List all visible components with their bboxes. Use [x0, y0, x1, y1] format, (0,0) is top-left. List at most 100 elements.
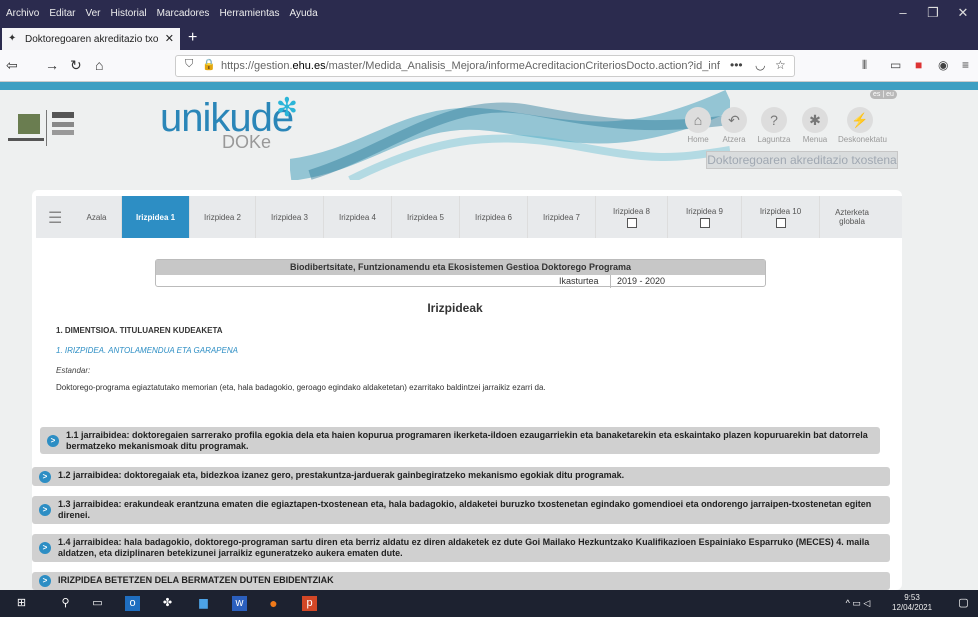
language-selector[interactable]: es | eu	[870, 90, 897, 99]
tab-irizpidea-8[interactable]: Irizpidea 8	[596, 196, 668, 238]
program-box: Biodibertsitate, Funtzionamendu eta Ekos…	[155, 259, 766, 288]
expand-arrow-icon[interactable]: >	[39, 470, 51, 483]
reload-icon[interactable]: ↻	[70, 57, 82, 74]
menu-historial[interactable]: Historial	[111, 8, 147, 19]
menu-ver[interactable]: Ver	[85, 8, 100, 19]
home-icon: ⌂	[685, 107, 711, 133]
home-nav-icon[interactable]: ⌂	[95, 57, 103, 73]
tab-azterketa-globala[interactable]: Azterketa globala	[820, 196, 884, 238]
os-taskbar: ⊞ ⚲ ▭ o ✤ ▆ w ● p ^ ▭ ◁ 9:53 12/04/2021 ▢	[0, 590, 978, 617]
tab-label: Irizpidea 8	[613, 206, 650, 216]
header-wave-graphic	[290, 90, 730, 180]
menu-label: Menua	[802, 135, 828, 144]
menu-herramientas[interactable]: Herramientas	[219, 8, 279, 19]
bookmark-star-icon[interactable]: ☆	[775, 58, 786, 72]
program-title: Biodibertsitate, Funtzionamendu eta Ekos…	[156, 260, 765, 275]
close-tab-icon[interactable]: ✕	[165, 32, 174, 45]
tab-checkbox[interactable]	[626, 217, 637, 228]
hamburger-menu-icon[interactable]: ≡	[962, 58, 969, 72]
expand-arrow-icon[interactable]: >	[47, 434, 59, 447]
tab-checkbox[interactable]	[699, 217, 710, 228]
right-background	[910, 90, 978, 590]
lock-icon: 🔒	[202, 59, 216, 71]
disconnect-button[interactable]: ⚡ Deskonektatu	[838, 107, 887, 144]
expand-arrow-icon[interactable]: >	[39, 542, 51, 554]
page-actions-icon[interactable]: •••	[730, 58, 743, 72]
word-icon[interactable]: w	[232, 596, 247, 611]
tab-bar: ✦ Doktoregoaren akreditazio txo ✕ +	[0, 26, 978, 50]
account-icon[interactable]: ◉	[938, 58, 948, 72]
restore-icon[interactable]: ❐	[920, 0, 946, 26]
url-path: /master/Medida_Analisis_Mejora/informeAc…	[325, 60, 720, 72]
tab-irizpidea-1[interactable]: Irizpidea 1	[122, 196, 190, 238]
windows-start-icon[interactable]: ⊞	[14, 596, 29, 611]
guideline-1-1[interactable]: > 1.1 jarraibidea: doktoregaien sarrerak…	[40, 427, 880, 454]
tab-irizpidea-5[interactable]: Irizpidea 5	[392, 196, 460, 238]
criterion-title: 1. IRIZPIDEA. ANTOLAMENDUA ETA GARAPENA	[56, 346, 238, 355]
back-arrow-icon[interactable]: ⇦	[6, 57, 18, 74]
menu-editar[interactable]: Editar	[49, 8, 75, 19]
menu-archivo[interactable]: Archivo	[6, 8, 39, 19]
tab-azala[interactable]: Azala	[72, 196, 122, 238]
guideline-1-4[interactable]: > 1.4 jarraibidea: hala badagokio, dokto…	[32, 534, 890, 562]
library-icon[interactable]: ⫴	[862, 58, 867, 73]
university-logo	[8, 108, 158, 158]
search-icon[interactable]: ⚲	[58, 596, 73, 611]
url-bar[interactable]: https://gestion.ehu.es/master/Medida_Ana…	[175, 55, 795, 77]
tab-irizpidea-6[interactable]: Irizpidea 6	[460, 196, 528, 238]
site-header: unikude ✻ DOKe ⌂ Home ↶ Atzera ? Laguntza ✱…	[0, 90, 910, 180]
powerpoint-icon[interactable]: p	[302, 596, 317, 611]
guideline-text: 1.3 jarraibidea: erakundeak erantzuna em…	[58, 499, 872, 520]
guideline-text: 1.1 jarraibidea: doktoregaien sarrerako …	[66, 430, 868, 451]
extension-icon[interactable]: ■	[915, 58, 922, 72]
expand-arrow-icon[interactable]: >	[39, 504, 51, 516]
tabs-menu-icon[interactable]: ☰	[48, 208, 62, 228]
sidebar-icon[interactable]: ▭	[890, 58, 901, 72]
firefox-icon[interactable]: ●	[266, 596, 281, 611]
tab-irizpidea-3[interactable]: Irizpidea 3	[256, 196, 324, 238]
guideline-1-3[interactable]: > 1.3 jarraibidea: erakundeak erantzuna …	[32, 496, 890, 524]
outlook-icon[interactable]: o	[125, 596, 140, 611]
tab-irizpidea-4[interactable]: Irizpidea 4	[324, 196, 392, 238]
system-tray-icon[interactable]: ^ ▭ ◁	[838, 596, 878, 611]
tab-irizpidea-9[interactable]: Irizpidea 9	[668, 196, 742, 238]
tab-label: Irizpidea 9	[686, 206, 723, 216]
tab-checkbox[interactable]	[775, 217, 786, 228]
menu-button[interactable]: ✱ Menua	[793, 107, 837, 144]
menu-ayuda[interactable]: Ayuda	[289, 8, 317, 19]
guideline-1-2[interactable]: > 1.2 jarraibidea: doktoregaiak eta, bid…	[32, 467, 890, 486]
close-window-icon[interactable]: ✕	[950, 0, 976, 26]
site-top-strip	[0, 82, 978, 90]
menu-marcadores[interactable]: Marcadores	[157, 8, 210, 19]
new-tab-icon[interactable]: +	[188, 29, 197, 47]
clock-date: 12/04/2021	[892, 603, 933, 612]
standard-label: Estandar:	[56, 366, 91, 375]
minimize-icon[interactable]: –	[890, 0, 916, 26]
program-year-row: Ikasturtea 2019 - 2020	[156, 275, 765, 288]
task-view-icon[interactable]: ▭	[90, 596, 105, 611]
pocket-icon[interactable]: ◡	[755, 58, 765, 72]
year-value: 2019 - 2020	[610, 275, 665, 288]
tab-irizpidea-10[interactable]: Irizpidea 10	[742, 196, 820, 238]
tab-label: Irizpidea 10	[759, 206, 802, 216]
file-explorer-icon[interactable]: ▆	[196, 596, 211, 611]
navigation-bar: ⇦ → ↻ ⌂ https://gestion.ehu.es/master/Me…	[0, 50, 978, 82]
shield-icon[interactable]: ⛉	[185, 58, 193, 71]
forward-arrow-icon[interactable]: →	[45, 57, 59, 73]
people-icon[interactable]: ✤	[160, 596, 175, 611]
help-button[interactable]: ? Laguntza	[752, 107, 796, 144]
notifications-icon[interactable]: ▢	[956, 596, 971, 611]
url-prefix: https://gestion.	[221, 60, 293, 72]
clock[interactable]: 9:53 12/04/2021	[892, 593, 932, 613]
back-button[interactable]: ↶ Atzera	[712, 107, 756, 144]
evidence-section[interactable]: > IRIZPIDEA BETETZEN DELA BERMATZEN DUTE…	[32, 572, 890, 590]
evidence-text: IRIZPIDEA BETETZEN DELA BERMATZEN DUTEN …	[58, 575, 334, 585]
expand-arrow-icon[interactable]: >	[39, 575, 51, 587]
app-menubar: Archivo Editar Ver Historial Marcadores …	[0, 0, 978, 26]
tab-irizpidea-2[interactable]: Irizpidea 2	[190, 196, 256, 238]
tab-label: Irizpidea 2	[204, 212, 241, 222]
tab-title: Doktoregoaren akreditazio txo	[25, 33, 159, 45]
back-label: Atzera	[722, 135, 746, 144]
tab-irizpidea-7[interactable]: Irizpidea 7	[528, 196, 596, 238]
browser-tab[interactable]: ✦ Doktoregoaren akreditazio txo ✕	[2, 28, 180, 50]
